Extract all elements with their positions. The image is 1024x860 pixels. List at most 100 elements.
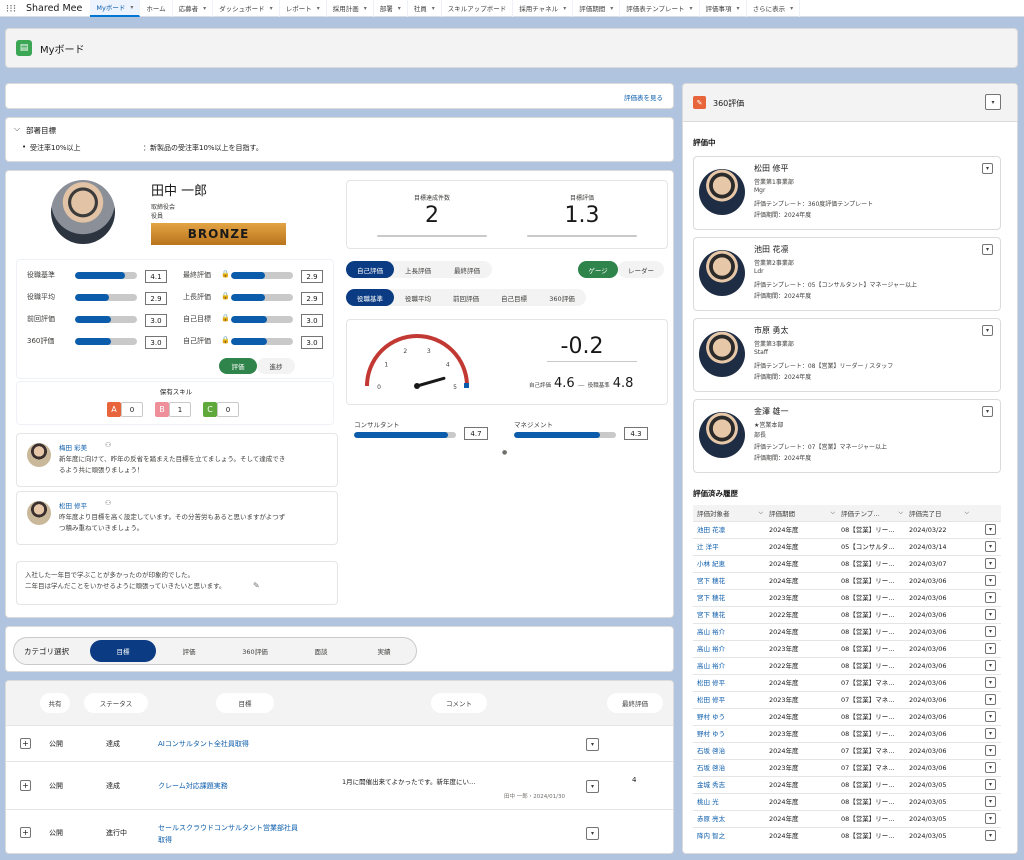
history-row-menu[interactable]: ▾ (985, 626, 996, 637)
nav-item[interactable]: ホーム (140, 0, 173, 17)
nav-item[interactable]: 採用チャネル ▾ (513, 0, 574, 17)
goal-row-menu[interactable]: ▾ (586, 827, 599, 840)
person-card-menu[interactable]: ▾ (982, 325, 993, 336)
history-cell[interactable]: 小林 紀恵 (697, 556, 765, 572)
chevron-down-icon[interactable]: ⌵ (758, 509, 763, 517)
goals-column-header[interactable]: 共有 (40, 693, 70, 713)
app-launcher-icon[interactable]: ⁝⁝⁝ (0, 0, 22, 17)
goal-title[interactable]: クレーム対応課題実務 (158, 781, 228, 791)
expand-icon[interactable]: + (20, 827, 31, 838)
goals-column-header[interactable]: 最終評価 (607, 693, 663, 713)
collapse-icon[interactable]: ⌵ (14, 124, 20, 134)
history-cell[interactable]: 松田 修平 (697, 675, 765, 691)
goal-title[interactable]: セールスクラウドコンサルタント営業部社員 (158, 823, 298, 833)
history-cell[interactable]: 高山 裕介 (697, 624, 765, 640)
history-cell[interactable]: 石坂 啓治 (697, 743, 765, 759)
chevron-down-icon[interactable]: ▾ (203, 5, 206, 12)
history-cell[interactable]: 降内 智之 (697, 828, 765, 844)
person-card-menu[interactable]: ▾ (982, 163, 993, 174)
nav-item[interactable]: 応募者 ▾ (173, 0, 214, 17)
chevron-down-icon[interactable]: ▾ (432, 5, 435, 12)
nav-item[interactable]: さらに表示 ▾ (747, 0, 801, 17)
history-cell[interactable]: 高山 裕介 (697, 658, 765, 674)
chevron-down-icon[interactable]: ▾ (563, 5, 566, 12)
category-tab[interactable]: 実績 (354, 640, 414, 662)
history-row-menu[interactable]: ▾ (985, 762, 996, 773)
nav-item[interactable]: 評価表テンプレート ▾ (620, 0, 700, 17)
chevron-down-icon[interactable]: ▾ (270, 5, 273, 12)
compare-tab[interactable]: 360評価 (538, 289, 586, 306)
eval-tab[interactable]: 上長評価 (394, 261, 442, 278)
category-tab[interactable]: 面談 (288, 640, 354, 662)
nav-item[interactable]: レポート ▾ (280, 0, 327, 17)
chevron-down-icon[interactable]: ▾ (317, 5, 320, 12)
edit-icon[interactable]: ✎ (253, 581, 260, 590)
history-row-menu[interactable]: ▾ (985, 575, 996, 586)
history-column-header[interactable]: 評価テンプ… ⌵ (841, 505, 903, 521)
view-gauge[interactable]: ゲージ (578, 261, 618, 278)
chevron-down-icon[interactable]: ▾ (364, 5, 367, 12)
history-cell[interactable]: 桃山 光 (697, 794, 765, 810)
category-tab[interactable]: 360評価 (222, 640, 288, 662)
goal-title[interactable]: AIコンサルタント全社員取得 (158, 739, 249, 749)
person-card-menu[interactable]: ▾ (982, 244, 993, 255)
chevron-down-icon[interactable]: ▾ (790, 5, 793, 12)
chevron-down-icon[interactable]: ⌵ (964, 509, 969, 517)
chevron-down-icon[interactable]: ▾ (130, 4, 133, 11)
history-row-menu[interactable]: ▾ (985, 745, 996, 756)
history-cell[interactable]: 池田 花凛 (697, 522, 765, 538)
nav-item[interactable]: Myボード ▾ (90, 0, 141, 17)
history-cell[interactable]: 野村 ゆう (697, 726, 765, 742)
goals-column-header[interactable]: ステータス (84, 693, 148, 713)
history-cell[interactable]: 松田 修平 (697, 692, 765, 708)
history-column-header[interactable]: 評価対象者 ⌵ (697, 505, 763, 521)
nav-item[interactable]: 部署 ▾ (374, 0, 408, 17)
compare-tab[interactable]: 自己目標 (490, 289, 538, 306)
history-row-menu[interactable]: ▾ (985, 643, 996, 654)
history-row-menu[interactable]: ▾ (985, 711, 996, 722)
chevron-down-icon[interactable]: ⌵ (830, 509, 835, 517)
history-cell[interactable]: 野村 ゆう (697, 709, 765, 725)
history-row-menu[interactable]: ▾ (985, 694, 996, 705)
toggle-eval[interactable]: 評価 (219, 358, 257, 374)
history-column-header[interactable]: 評価完了日 ⌵ (909, 505, 969, 521)
history-row-menu[interactable]: ▾ (985, 524, 996, 535)
history-cell[interactable]: 宮下 穂花 (697, 607, 765, 623)
goals-column-header[interactable]: 目標 (216, 693, 274, 713)
panel-360-menu[interactable]: ▾ (985, 94, 1001, 110)
history-row-menu[interactable]: ▾ (985, 796, 996, 807)
history-row-menu[interactable]: ▾ (985, 677, 996, 688)
nav-item[interactable]: 採用計画 ▾ (327, 0, 374, 17)
compare-tab[interactable]: 役職平均 (394, 289, 442, 306)
chevron-down-icon[interactable]: ▾ (398, 5, 401, 12)
history-cell[interactable]: 宮下 穂花 (697, 573, 765, 589)
category-tab[interactable]: 目標 (90, 640, 156, 662)
history-row-menu[interactable]: ▾ (985, 660, 996, 671)
nav-item[interactable]: 評価期間 ▾ (573, 0, 621, 17)
goal-row-menu[interactable]: ▾ (586, 780, 599, 793)
person-card-menu[interactable]: ▾ (982, 406, 993, 417)
chevron-down-icon[interactable]: ▾ (690, 5, 693, 12)
history-row-menu[interactable]: ▾ (985, 541, 996, 552)
eval-tab[interactable]: 最終評価 (442, 261, 492, 278)
eval-tab[interactable]: 自己評価 (346, 261, 394, 278)
goals-column-header[interactable]: コメント (431, 693, 487, 713)
expand-icon[interactable]: + (20, 780, 31, 791)
compare-tab[interactable]: 役職基準 (346, 289, 394, 306)
history-cell[interactable]: 金城 秀志 (697, 777, 765, 793)
history-row-menu[interactable]: ▾ (985, 813, 996, 824)
nav-item[interactable]: スキルアップボード (442, 0, 514, 17)
history-row-menu[interactable]: ▾ (985, 592, 996, 603)
history-cell[interactable]: 赤原 亮太 (697, 811, 765, 827)
history-row-menu[interactable]: ▾ (985, 728, 996, 739)
nav-item[interactable]: 社員 ▾ (408, 0, 442, 17)
view-radar[interactable]: レーダー (618, 261, 664, 278)
history-row-menu[interactable]: ▾ (985, 558, 996, 569)
commenter-name[interactable]: 梅田 彩美 (59, 442, 87, 452)
nav-item[interactable]: 評価事項 ▾ (700, 0, 747, 17)
history-row-menu[interactable]: ▾ (985, 830, 996, 841)
history-row-menu[interactable]: ▾ (985, 779, 996, 790)
nav-item[interactable]: ダッシュボード ▾ (213, 0, 280, 17)
expand-icon[interactable]: + (20, 738, 31, 749)
history-cell[interactable]: 辻 洋平 (697, 539, 765, 555)
